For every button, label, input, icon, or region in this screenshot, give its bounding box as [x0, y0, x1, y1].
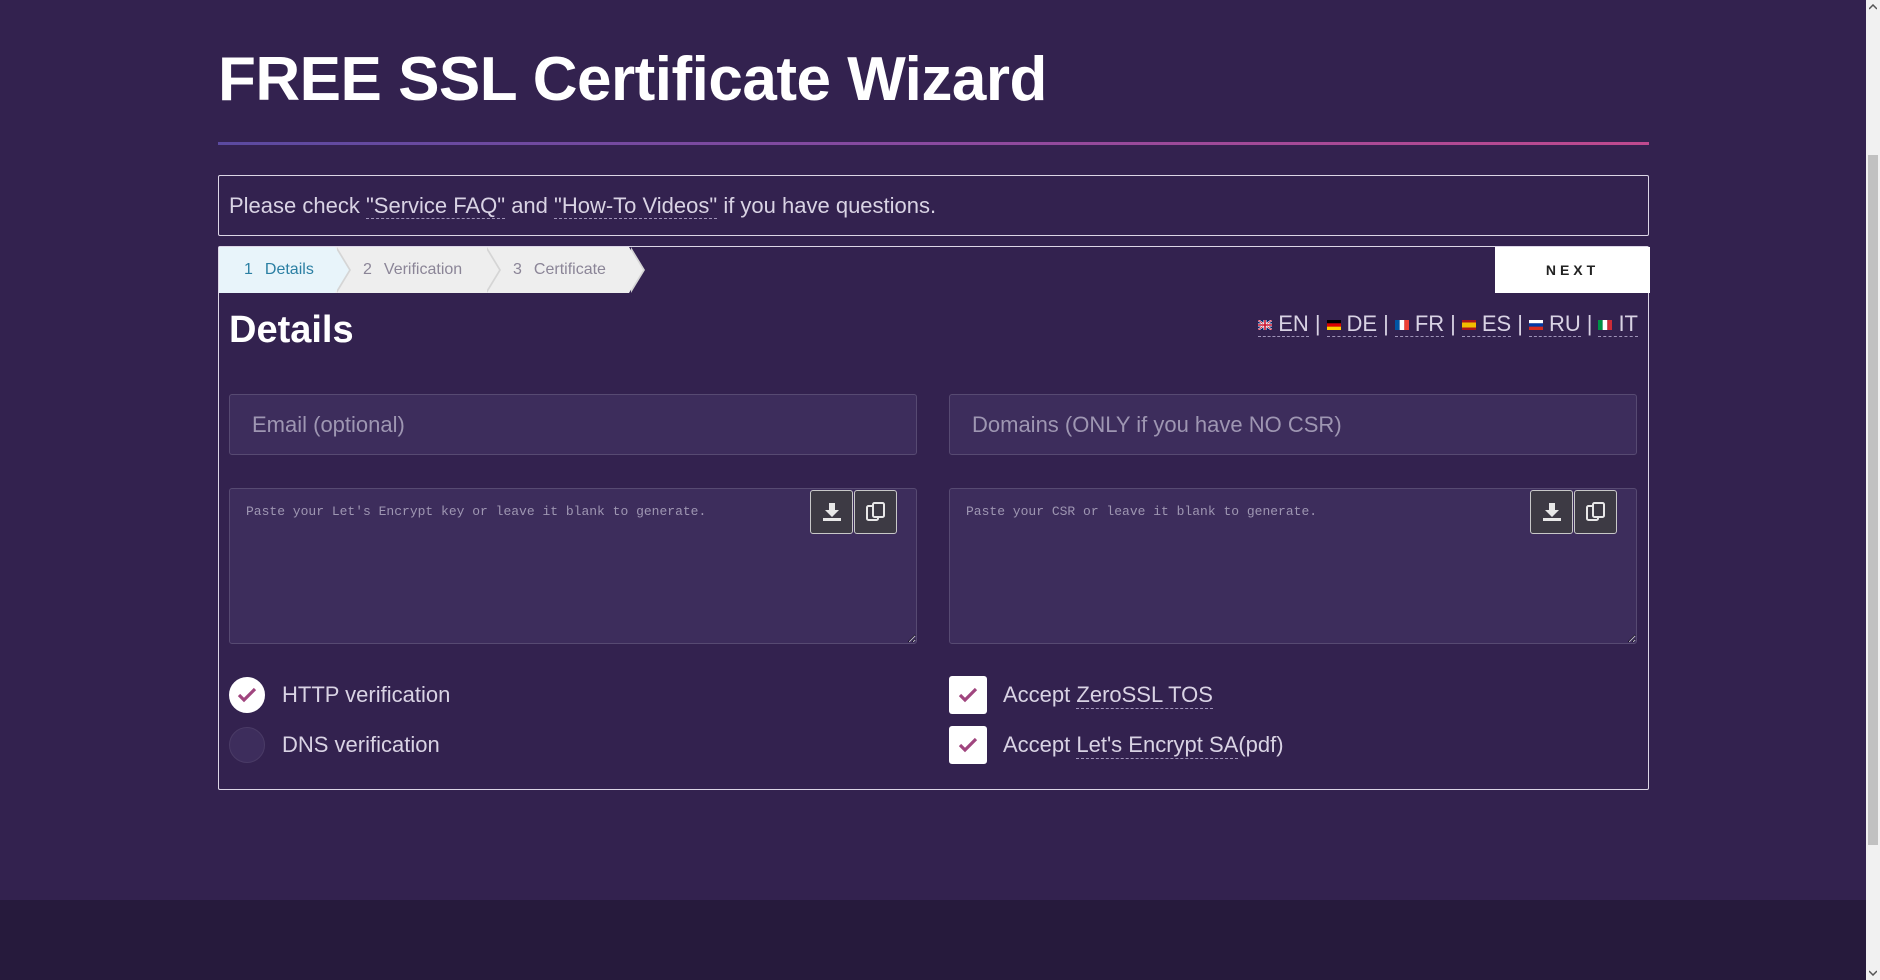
lang-separator: | — [1383, 311, 1389, 336]
accept-tos-option[interactable]: Accept ZeroSSL TOS — [949, 676, 1213, 714]
lang-de-link[interactable]: DE — [1326, 311, 1378, 337]
http-verification-radio[interactable] — [229, 677, 265, 713]
check-icon — [958, 737, 978, 753]
lang-code: RU — [1548, 311, 1581, 336]
scroll-up-arrow-icon[interactable] — [1866, 0, 1880, 14]
russia-flag-icon — [1528, 320, 1543, 330]
scrollbar-thumb[interactable] — [1868, 155, 1878, 845]
step-number: 2 — [363, 261, 372, 278]
accept-tos-prefix: Accept — [1003, 682, 1071, 707]
lang-code: FR — [1414, 311, 1445, 336]
next-button[interactable]: NEXT — [1495, 247, 1650, 293]
how-to-videos-link[interactable]: "How-To Videos" — [554, 193, 718, 219]
key-download-button[interactable] — [810, 490, 853, 534]
wizard-steps: 1 Details 2 Verification 3 Certificate NEXT — [219, 247, 1650, 293]
key-copy-button[interactable] — [854, 490, 897, 534]
notice-prefix: Please check — [229, 193, 366, 218]
zerossl-tos-link[interactable]: ZeroSSL TOS — [1076, 682, 1213, 709]
lang-en-link[interactable]: EN — [1258, 311, 1309, 337]
step-label: Certificate — [533, 261, 606, 278]
page-title: FREE SSL Certificate Wizard — [218, 45, 1047, 114]
copy-icon — [1585, 502, 1605, 521]
lang-code: DE — [1346, 311, 1378, 336]
lang-separator: | — [1517, 311, 1523, 336]
lang-it-link[interactable]: IT — [1598, 311, 1638, 337]
service-faq-link[interactable]: "Service FAQ" — [365, 193, 506, 219]
step-number: 1 — [244, 261, 253, 278]
accept-sa-option[interactable]: Accept Let's Encrypt SA (pdf) — [949, 726, 1284, 764]
spain-flag-icon — [1461, 320, 1476, 330]
section-title: Details — [229, 309, 354, 351]
accept-sa-suffix: (pdf) — [1238, 732, 1284, 757]
scroll-down-arrow-icon[interactable] — [1866, 966, 1880, 980]
http-verification-option[interactable]: HTTP verification — [229, 676, 450, 714]
lang-separator: | — [1314, 311, 1321, 336]
accept-tos-checkbox[interactable] — [949, 676, 987, 714]
step-certificate[interactable]: 3 Certificate — [485, 247, 645, 293]
lang-es-link[interactable]: ES — [1461, 311, 1512, 337]
vertical-scrollbar[interactable] — [1866, 0, 1880, 980]
help-notice: Please check "Service FAQ" and "How-To V… — [218, 175, 1649, 236]
step-verification[interactable]: 2 Verification — [335, 247, 501, 293]
lang-code: EN — [1278, 311, 1309, 336]
france-flag-icon — [1394, 320, 1409, 330]
step-number: 3 — [513, 261, 522, 278]
http-verification-label: HTTP verification — [282, 682, 451, 707]
check-icon — [958, 687, 978, 703]
lang-code: IT — [1618, 311, 1638, 336]
lang-separator: | — [1586, 311, 1593, 336]
footer — [0, 900, 1866, 980]
step-label: Verification — [383, 261, 463, 278]
email-field[interactable] — [229, 394, 917, 455]
copy-icon — [865, 502, 885, 521]
notice-suffix: if you have questions. — [717, 193, 937, 218]
uk-flag-icon — [1258, 320, 1273, 330]
csr-copy-button[interactable] — [1574, 490, 1617, 534]
domains-field[interactable] — [949, 394, 1637, 455]
dns-verification-option[interactable]: DNS verification — [229, 726, 440, 764]
lang-fr-link[interactable]: FR — [1394, 311, 1445, 337]
step-details[interactable]: 1 Details — [219, 247, 351, 293]
germany-flag-icon — [1326, 320, 1341, 330]
dns-verification-label: DNS verification — [282, 732, 440, 757]
dns-verification-radio[interactable] — [229, 727, 265, 763]
lang-ru-link[interactable]: RU — [1528, 311, 1581, 337]
letsencrypt-sa-link[interactable]: Let's Encrypt SA — [1076, 732, 1239, 759]
italy-flag-icon — [1598, 320, 1613, 330]
step-label: Details — [264, 261, 314, 278]
lang-separator: | — [1450, 311, 1456, 336]
accept-sa-checkbox[interactable] — [949, 726, 987, 764]
wizard-panel: 1 Details 2 Verification 3 Certificate NEXT… — [218, 246, 1650, 790]
download-icon — [1542, 503, 1561, 521]
title-divider — [218, 142, 1649, 145]
lang-code: ES — [1481, 311, 1512, 336]
csr-download-button[interactable] — [1530, 490, 1573, 534]
notice-and: and — [505, 193, 555, 218]
accept-sa-prefix: Accept — [1003, 732, 1071, 757]
download-icon — [822, 503, 841, 521]
language-switcher: EN | DE | FR | ES | RU | IT — [1258, 311, 1638, 337]
check-icon — [237, 687, 257, 703]
